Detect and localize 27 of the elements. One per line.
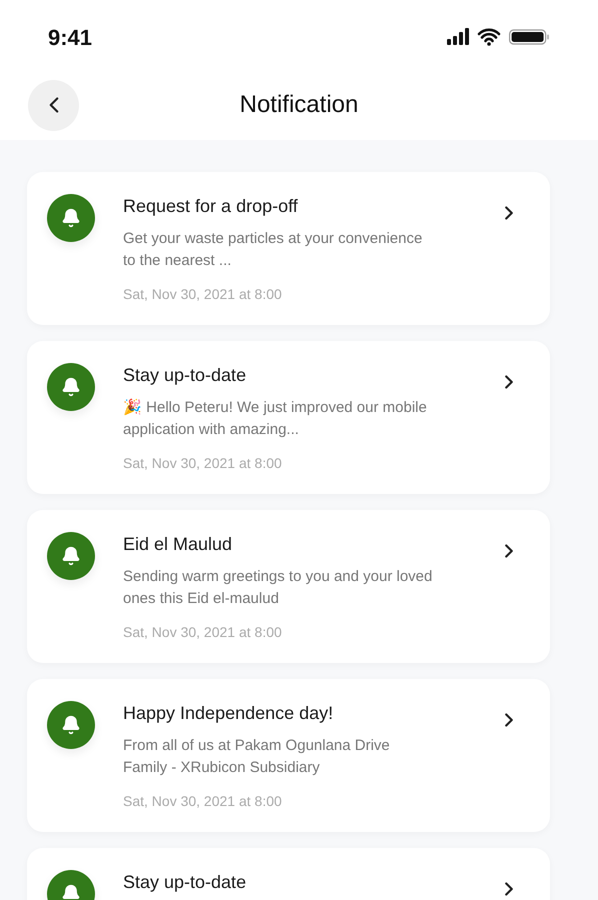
notification-card[interactable]: Request for a drop-off Get your waste particles at your convenience to the nearest ... Sat, Nov 30, 2021 at 8:00	[27, 172, 550, 325]
notification-date: Sat, Nov 30, 2021 at 8:00	[123, 623, 283, 642]
battery-icon	[509, 29, 550, 45]
notification-title: Eid el Maulud	[123, 533, 234, 556]
status-time: 9:41	[48, 24, 92, 52]
notification-card[interactable]: Happy Independence day! From all of us at Pakam Ogunlana Drive Family - XRubicon Subsidiary Sat, Nov 30, 2021 at 8:00	[27, 679, 550, 832]
notification-card[interactable]: Stay up-to-date 🎉 Hello Peteru! We just improved our mobile application with amazing... Sat, Nov 30, 2021 at 8:00	[27, 341, 550, 494]
page-title: Notification	[240, 90, 358, 120]
bell-icon	[47, 532, 95, 580]
signal-icon	[447, 28, 469, 46]
notification-date: Sat, Nov 30, 2021 at 8:00	[123, 454, 283, 473]
bell-icon	[47, 701, 95, 749]
notification-title: Stay up-to-date	[123, 871, 248, 894]
wifi-icon	[477, 28, 501, 46]
notification-title: Request for a drop-off	[123, 195, 299, 218]
notification-date: Sat, Nov 30, 2021 at 8:00	[123, 285, 283, 304]
notification-message: 🎉 Hello Peteru! We just improved our mobile application with amazing...	[123, 398, 428, 440]
notification-title: Stay up-to-date	[123, 364, 248, 387]
notification-date: Sat, Nov 30, 2021 at 8:00	[123, 792, 283, 811]
notification-card[interactable]: Stay up-to-date	[27, 848, 550, 900]
bell-icon	[47, 194, 95, 242]
notification-title: Happy Independence day!	[123, 702, 334, 725]
notification-message: Get your waste particles at your convenience to the nearest ...	[123, 229, 424, 271]
notification-message: Sending warm greetings to you and your loved ones this Eid el-maulud	[123, 567, 434, 609]
notification-message: From all of us at Pakam Ogunlana Drive Family - XRubicon Subsidiary	[123, 736, 391, 778]
notification-card[interactable]: Eid el Maulud Sending warm greetings to you and your loved ones this Eid el-maulud Sat, Nov 30, 2021 at 8:00	[27, 510, 550, 663]
bell-icon	[47, 363, 95, 411]
